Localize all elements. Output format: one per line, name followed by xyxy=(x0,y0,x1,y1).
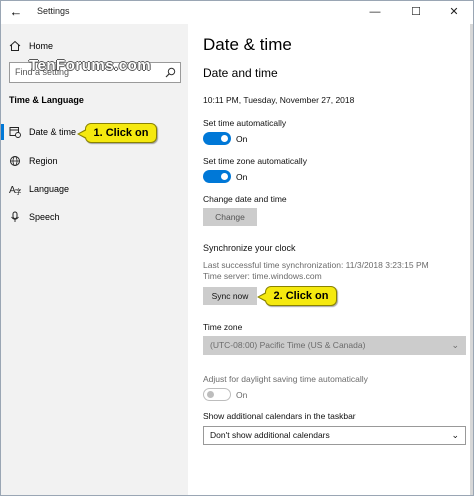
set-time-auto-state: On xyxy=(236,134,248,144)
time-server-text: Time server: time.windows.com xyxy=(203,271,322,281)
time-zone-select[interactable]: (UTC-08:00) Pacific Time (US & Canada) ⌄ xyxy=(203,336,466,355)
callout-text: 1. Click on xyxy=(93,127,149,139)
home-icon xyxy=(9,40,21,51)
watermark: TenForums.com xyxy=(29,57,152,74)
sidebar-item-language[interactable]: A 字 Language xyxy=(1,179,188,199)
minimize-icon[interactable]: — xyxy=(361,3,389,21)
sync-heading: Synchronize your clock xyxy=(203,243,296,253)
language-icon: A 字 xyxy=(9,185,21,195)
calendars-select[interactable]: Don't show additional calendars ⌄ xyxy=(203,426,466,445)
scrollbar[interactable] xyxy=(470,24,473,495)
change-button[interactable]: Change xyxy=(203,208,257,226)
sidebar-item-home[interactable]: Home xyxy=(1,36,188,56)
microphone-icon xyxy=(11,211,19,222)
sidebar-item-label: Date & time xyxy=(29,127,77,137)
window-title: Settings xyxy=(37,6,70,16)
calendars-value: Don't show additional calendars xyxy=(210,430,330,440)
globe-icon xyxy=(10,156,20,166)
last-sync-text: Last successful time synchronization: 11… xyxy=(203,260,429,270)
sidebar-section-title: Time & Language xyxy=(9,95,84,105)
set-time-auto-toggle[interactable] xyxy=(203,132,231,145)
set-zone-auto-toggle[interactable] xyxy=(203,170,231,183)
chevron-down-icon: ⌄ xyxy=(451,340,459,350)
sidebar-item-label: Home xyxy=(29,41,54,51)
main-content: Date & time Date and time 10:11 PM, Tues… xyxy=(188,24,473,495)
back-arrow-icon[interactable]: ← xyxy=(7,4,25,20)
calendar-clock-icon xyxy=(9,127,21,138)
chevron-down-icon: ⌄ xyxy=(451,430,459,440)
sidebar-item-speech[interactable]: Speech xyxy=(1,207,188,227)
calendars-label: Show additional calendars in the taskbar xyxy=(203,411,356,421)
time-zone-label: Time zone xyxy=(203,322,243,332)
callout-text: 2. Click on xyxy=(273,290,329,302)
search-icon xyxy=(165,67,176,78)
sidebar-item-label: Speech xyxy=(29,212,60,222)
close-icon[interactable]: ✕ xyxy=(440,3,468,21)
sidebar: Home Find a setting TenForums.com Time &… xyxy=(1,24,188,495)
time-zone-value: (UTC-08:00) Pacific Time (US & Canada) xyxy=(210,340,366,350)
set-zone-auto-state: On xyxy=(236,172,248,182)
dst-label: Adjust for daylight saving time automati… xyxy=(203,374,368,384)
callout-click-date-time: 1. Click on xyxy=(77,123,157,143)
sidebar-item-label: Region xyxy=(29,156,58,166)
dst-toggle[interactable] xyxy=(203,388,231,401)
settings-window: ← Settings — ☐ ✕ Home Find a setting Ten… xyxy=(0,0,474,496)
current-time: 10:11 PM, Tuesday, November 27, 2018 xyxy=(203,95,355,105)
callout-click-sync-now: 2. Click on xyxy=(257,286,337,306)
maximize-icon[interactable]: ☐ xyxy=(402,3,430,21)
change-date-label: Change date and time xyxy=(203,194,287,204)
title-bar: ← Settings — ☐ ✕ xyxy=(1,1,473,24)
sync-now-button[interactable]: Sync now xyxy=(203,287,257,305)
dst-state: On xyxy=(236,390,248,400)
page-title: Date & time xyxy=(203,35,292,54)
set-zone-auto-label: Set time zone automatically xyxy=(203,156,307,166)
svg-text:字: 字 xyxy=(15,187,21,195)
set-time-auto-label: Set time automatically xyxy=(203,118,287,128)
sidebar-item-label: Language xyxy=(29,184,70,194)
sidebar-item-region[interactable]: Region xyxy=(1,151,188,171)
section-title: Date and time xyxy=(203,66,278,80)
